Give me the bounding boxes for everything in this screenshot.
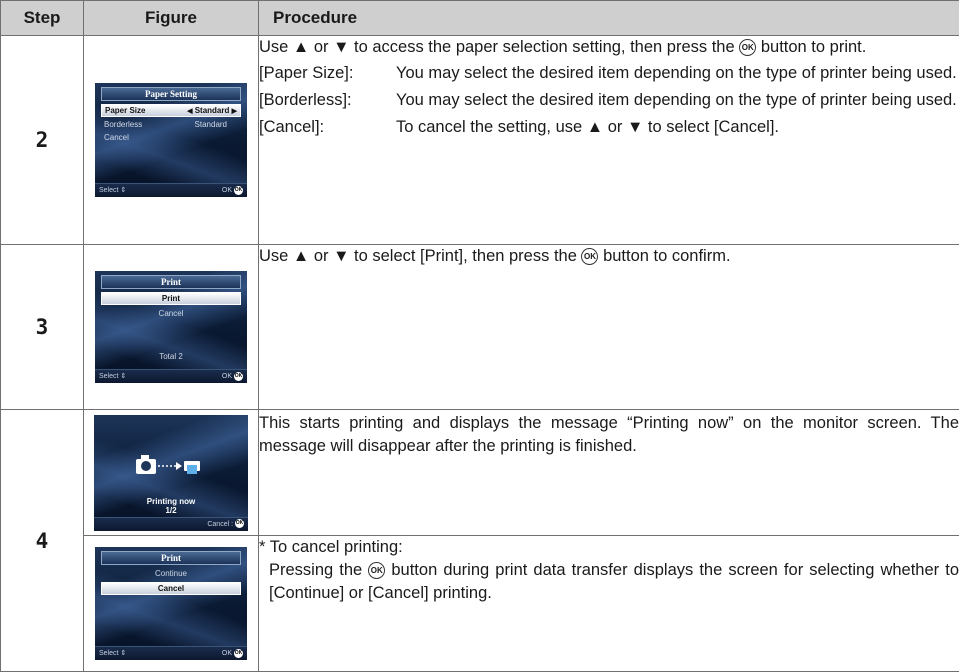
definition-list: [Paper Size]: You may select the desired… <box>259 62 959 139</box>
figure-cell: Print Print Cancel Total 2 Select ⇕ OK O… <box>84 245 259 410</box>
screen-title: Paper Setting <box>101 87 241 101</box>
step-number: 4 <box>1 410 84 672</box>
procedure-cell: This starts printing and displays the me… <box>259 410 959 536</box>
table-row-step-3: 3 Print Print Cancel Total 2 Select ⇕ OK… <box>1 245 959 410</box>
note-text: Pressing the OK button during print data… <box>259 559 959 605</box>
header-step: Step <box>1 1 84 36</box>
cancel-print-screen: Print Continue Cancel Select ⇕ OK OK <box>95 547 247 660</box>
note-title: * To cancel printing: <box>259 536 959 559</box>
table-header-row: Step Figure Procedure <box>1 1 959 36</box>
camera-to-printer-icon <box>134 451 204 481</box>
procedure-cell: Use ▲ or ▼ to access the paper selection… <box>259 36 959 245</box>
procedure-text: Use ▲ or ▼ to select [Print], then press… <box>259 245 959 268</box>
ok-icon: OK <box>234 186 243 195</box>
screen-title: Print <box>101 551 241 565</box>
screen-total: Total 2 <box>101 351 241 362</box>
definition-paper-size: [Paper Size]: You may select the desired… <box>259 62 959 85</box>
figure-cell: Printing now 1/2 Cancel : OK <box>84 410 259 536</box>
printing-screen: Printing now 1/2 Cancel : OK <box>94 415 248 531</box>
procedure-table: Step Figure Procedure 2 Paper Setting Pa… <box>0 0 959 672</box>
figure-cell: Paper Setting Paper Size ◀ Standard ▶ Bo… <box>84 36 259 245</box>
screen-item-paper-size: Paper Size ◀ Standard ▶ <box>101 104 241 117</box>
screen-item-cancel: Cancel <box>101 308 241 319</box>
step-number: 3 <box>1 245 84 410</box>
screen-title: Print <box>101 275 241 289</box>
table-row-step-4-cancel: Print Continue Cancel Select ⇕ OK OK * T… <box>1 536 959 672</box>
screen-item-cancel: Cancel <box>101 132 241 143</box>
screen-item-cancel: Cancel <box>101 582 241 595</box>
screen-footer: Cancel : OK <box>94 517 248 531</box>
print-count: 1/2 <box>100 505 242 516</box>
step-number: 2 <box>1 36 84 245</box>
print-screen: Print Print Cancel Total 2 Select ⇕ OK O… <box>95 271 247 383</box>
definition-cancel: [Cancel]: To cancel the setting, use ▲ o… <box>259 116 959 139</box>
procedure-cell: * To cancel printing: Pressing the OK bu… <box>259 536 959 672</box>
header-figure: Figure <box>84 1 259 36</box>
ok-icon: OK <box>234 649 243 658</box>
table-row-step-4: 4 Printing now 1/2 Cancel : OK <box>1 410 959 536</box>
procedure-text: This starts printing and displays the me… <box>259 412 959 458</box>
figure-cell: Print Continue Cancel Select ⇕ OK OK <box>84 536 259 672</box>
definition-borderless: [Borderless]: You may select the desired… <box>259 89 959 112</box>
paper-setting-screen: Paper Setting Paper Size ◀ Standard ▶ Bo… <box>95 83 247 197</box>
procedure-cell: Use ▲ or ▼ to select [Print], then press… <box>259 245 959 410</box>
screen-item-print: Print <box>101 292 241 305</box>
screen-footer: Select ⇕ OK OK <box>95 183 247 197</box>
ok-button-icon: OK <box>739 39 756 56</box>
ok-button-icon: OK <box>581 248 598 265</box>
screen-footer: Select ⇕ OK OK <box>95 646 247 660</box>
ok-icon: OK <box>234 372 243 381</box>
header-procedure: Procedure <box>259 1 959 36</box>
table-row-step-2: 2 Paper Setting Paper Size ◀ Standard ▶ … <box>1 36 959 245</box>
screen-item-borderless: Borderless Standard <box>101 119 241 130</box>
procedure-intro: Use ▲ or ▼ to access the paper selection… <box>259 36 959 59</box>
screen-footer: Select ⇕ OK OK <box>95 369 247 383</box>
ok-button-icon: OK <box>368 562 385 579</box>
ok-icon: OK <box>235 519 244 528</box>
screen-item-continue: Continue <box>101 568 241 579</box>
